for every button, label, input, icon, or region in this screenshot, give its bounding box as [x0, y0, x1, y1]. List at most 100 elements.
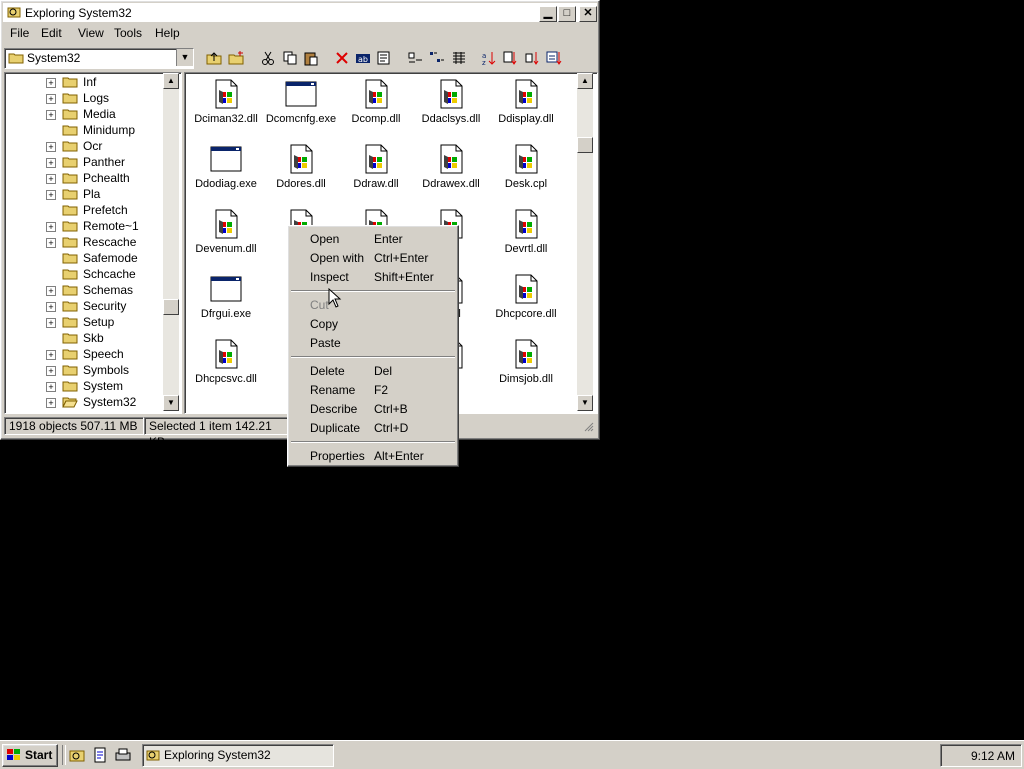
tree-item[interactable]: Schcache	[5, 266, 165, 282]
expand-plus-icon[interactable]: +	[46, 350, 56, 360]
expand-plus-icon[interactable]: +	[46, 318, 56, 328]
tree-item[interactable]: + Schemas	[5, 282, 165, 298]
delete-icon[interactable]	[332, 48, 352, 68]
scroll-down-icon[interactable]: ▼	[163, 395, 179, 411]
tree-item[interactable]: + Pla	[5, 186, 165, 202]
menu-item-properties[interactable]: Properties Alt+Enter	[291, 446, 455, 465]
menu-item-open-with[interactable]: Open with Ctrl+Enter	[291, 248, 455, 267]
menu-item-copy[interactable]: Copy	[291, 314, 455, 333]
expand-plus-icon[interactable]: +	[46, 142, 56, 152]
menu-item-open[interactable]: Open Enter	[291, 229, 455, 248]
tree-item[interactable]: + Logs	[5, 90, 165, 106]
scroll-thumb[interactable]	[577, 137, 593, 153]
tree-scrollbar[interactable]: ▲ ▼	[163, 73, 179, 411]
details-view-icon[interactable]	[449, 48, 469, 68]
tree-item[interactable]: + Inf	[5, 74, 165, 90]
file-item[interactable]: Dhcpcore.dll	[486, 269, 566, 329]
copy-icon[interactable]	[280, 48, 300, 68]
expand-plus-icon[interactable]: +	[46, 158, 56, 168]
menu-item-describe[interactable]: Describe Ctrl+B	[291, 399, 455, 418]
tree-item[interactable]: + Speech	[5, 346, 165, 362]
file-item[interactable]: Ddores.dll	[261, 139, 341, 199]
menu-item-duplicate[interactable]: Duplicate Ctrl+D	[291, 418, 455, 437]
menu-item-cut[interactable]: Cut	[291, 295, 455, 314]
menu-item-inspect[interactable]: Inspect Shift+Enter	[291, 267, 455, 286]
large-icons-view-icon[interactable]	[405, 48, 425, 68]
sort-size-icon[interactable]	[522, 48, 542, 68]
rename-icon[interactable]: ab	[353, 48, 373, 68]
sort-date-icon[interactable]	[544, 48, 564, 68]
cut-icon[interactable]	[258, 48, 278, 68]
expand-plus-icon[interactable]: +	[46, 190, 56, 200]
up-folder-icon[interactable]	[204, 48, 224, 68]
properties-icon[interactable]	[374, 48, 394, 68]
menu-item-delete[interactable]: Delete Del	[291, 361, 455, 380]
tree-item[interactable]: + System32	[5, 394, 165, 410]
menu-item-paste[interactable]: Paste	[291, 333, 455, 352]
file-item[interactable]: Ddrawex.dll	[411, 139, 491, 199]
file-item[interactable]: Ddraw.dll	[336, 139, 416, 199]
menu-tools[interactable]: Tools	[114, 26, 142, 40]
sort-name-icon[interactable]: az	[479, 48, 499, 68]
expand-plus-icon[interactable]: +	[46, 366, 56, 376]
clock[interactable]: 9:12 AM	[971, 749, 1015, 763]
tree-item[interactable]: + Media	[5, 106, 165, 122]
expand-plus-icon[interactable]: +	[46, 238, 56, 248]
close-button[interactable]: ✕	[579, 6, 597, 22]
title-bar[interactable]: Exploring System32 ▁ □ ✕	[3, 3, 597, 22]
menu-help[interactable]: Help	[155, 26, 180, 40]
paste-icon[interactable]	[301, 48, 321, 68]
expand-plus-icon[interactable]: +	[46, 398, 56, 408]
printer-quicklaunch-icon[interactable]	[115, 747, 131, 763]
expand-plus-icon[interactable]: +	[46, 94, 56, 104]
expand-plus-icon[interactable]: +	[46, 110, 56, 120]
taskbar-task-explorer[interactable]: Exploring System32	[142, 744, 334, 767]
tree-item[interactable]: + System	[5, 378, 165, 394]
maximize-button[interactable]: □	[558, 6, 576, 22]
tree-item[interactable]: + Ocr	[5, 138, 165, 154]
start-button[interactable]: Start	[2, 744, 58, 767]
dropdown-arrow-icon[interactable]: ▼	[176, 49, 193, 66]
file-item[interactable]: Dciman32.dll	[186, 74, 266, 134]
tree-item[interactable]: + Setup	[5, 314, 165, 330]
explorer-quicklaunch-icon[interactable]	[69, 747, 85, 763]
file-item[interactable]: Dcomp.dll	[336, 74, 416, 134]
file-item[interactable]: Dcomcnfg.exe	[261, 74, 341, 134]
file-item[interactable]: Dfrgui.exe	[186, 269, 266, 329]
menu-edit[interactable]: Edit	[41, 26, 62, 40]
scroll-down-icon[interactable]: ▼	[577, 395, 593, 411]
tree-item[interactable]: Skb	[5, 330, 165, 346]
menu-item-rename[interactable]: Rename F2	[291, 380, 455, 399]
file-item[interactable]: Dimsjob.dll	[486, 334, 566, 394]
file-item[interactable]: Ddaclsys.dll	[411, 74, 491, 134]
scroll-up-icon[interactable]: ▲	[163, 73, 179, 89]
file-item[interactable]: Dhcpcsvc.dll	[186, 334, 266, 394]
tree-item[interactable]: + Panther	[5, 154, 165, 170]
files-scrollbar[interactable]: ▲ ▼	[577, 73, 593, 411]
document-quicklaunch-icon[interactable]	[92, 747, 108, 763]
sort-type-icon[interactable]	[500, 48, 520, 68]
tree-item[interactable]: + Remote~1	[5, 218, 165, 234]
small-icons-view-icon[interactable]	[427, 48, 447, 68]
file-item[interactable]: Devrtl.dll	[486, 204, 566, 264]
expand-plus-icon[interactable]: +	[46, 382, 56, 392]
tree-item[interactable]: + Pchealth	[5, 170, 165, 186]
scroll-up-icon[interactable]: ▲	[577, 73, 593, 89]
expand-plus-icon[interactable]: +	[46, 174, 56, 184]
file-item[interactable]: Devenum.dll	[186, 204, 266, 264]
tree-item[interactable]: + Symbols	[5, 362, 165, 378]
minimize-button[interactable]: ▁	[539, 6, 557, 22]
expand-plus-icon[interactable]: +	[46, 78, 56, 88]
tree-item[interactable]: + Rescache	[5, 234, 165, 250]
file-item[interactable]: Ddodiag.exe	[186, 139, 266, 199]
expand-plus-icon[interactable]: +	[46, 302, 56, 312]
expand-plus-icon[interactable]: +	[46, 286, 56, 296]
scroll-thumb[interactable]	[163, 299, 179, 315]
menu-file[interactable]: File	[10, 26, 29, 40]
tree-item[interactable]: + Security	[5, 298, 165, 314]
resize-grip-icon[interactable]	[584, 421, 594, 432]
file-item[interactable]: Ddisplay.dll	[486, 74, 566, 134]
new-folder-icon[interactable]	[226, 48, 246, 68]
tree-item[interactable]: Prefetch	[5, 202, 165, 218]
expand-plus-icon[interactable]: +	[46, 222, 56, 232]
